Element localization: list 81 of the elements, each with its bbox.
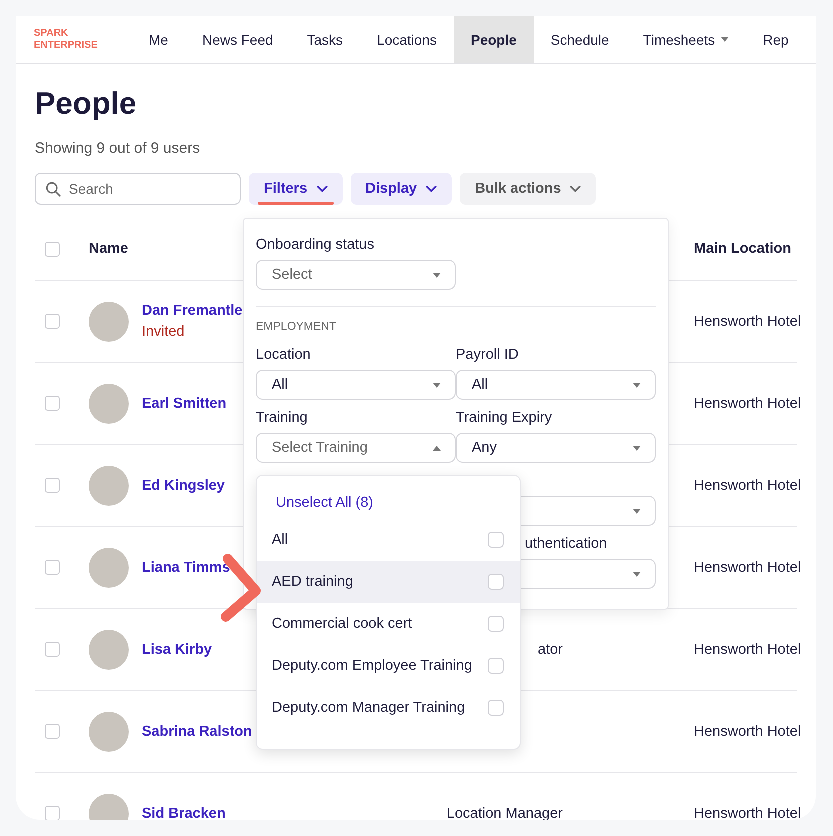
checkbox[interactable]	[45, 314, 60, 329]
location-text: Hensworth Hotel	[694, 478, 802, 494]
field-label: uthentication	[525, 536, 608, 552]
search-icon	[46, 182, 61, 196]
nav-tab[interactable]: Tasks	[290, 16, 360, 63]
nav-tab[interactable]: Rep	[746, 16, 806, 63]
nav-tab[interactable]: Timesheets	[626, 16, 746, 63]
chevron-icon	[426, 186, 438, 192]
select-field[interactable]: Any	[456, 433, 656, 463]
person-name-link[interactable]: Lisa Kirby	[142, 642, 212, 658]
search-field[interactable]: Search	[35, 173, 241, 205]
checkbox[interactable]	[488, 574, 504, 590]
avatar	[89, 384, 129, 424]
select-field[interactable]: All	[256, 370, 456, 400]
location-text: Hensworth Hotel	[694, 396, 802, 412]
location-text: Hensworth Hotel	[694, 724, 802, 740]
checkbox[interactable]	[45, 560, 60, 575]
nav-tab[interactable]: People	[454, 16, 534, 63]
user-count: Showing 9 out of 9 users	[35, 140, 202, 157]
field-label: Training	[256, 410, 308, 426]
select-field[interactable]: All	[456, 370, 656, 400]
checkbox[interactable]	[488, 616, 504, 632]
caret-icon	[433, 446, 441, 450]
checkbox[interactable]	[45, 396, 60, 411]
avatar	[89, 466, 129, 506]
nav-tab[interactable]: News Feed	[185, 16, 290, 63]
status-text: Invited	[142, 324, 185, 340]
location-text: Hensworth Hotel	[694, 314, 802, 330]
column-header: Name	[89, 241, 128, 257]
dropdown-option[interactable]: Deputy.com Employee Training	[257, 645, 520, 687]
field-label: Onboarding status	[256, 237, 376, 254]
location-text: Hensworth Hotel	[694, 560, 802, 576]
caret-icon	[721, 37, 730, 42]
role-text: ator	[538, 642, 563, 658]
dropdown-option[interactable]: All	[257, 519, 520, 561]
caret-icon	[433, 382, 441, 388]
dropdown-option[interactable]: Deputy.com Manager Training	[257, 687, 520, 729]
checkbox[interactable]	[488, 532, 504, 548]
select-field[interactable]: Select Training	[256, 433, 456, 463]
checkbox[interactable]	[488, 700, 504, 716]
checkbox[interactable]	[45, 242, 60, 256]
checkbox[interactable]	[45, 806, 60, 820]
chevron-icon	[316, 186, 328, 192]
dropdown-option[interactable]: AED training	[257, 561, 520, 603]
checkbox[interactable]	[45, 642, 60, 657]
nav-tab[interactable]: Me	[132, 16, 186, 63]
dropdown-option[interactable]: Commercial cook cert	[257, 603, 520, 645]
caret-icon	[433, 272, 441, 278]
person-name-link[interactable]: Earl Smitten	[142, 396, 227, 412]
location-text: Hensworth Hotel	[694, 806, 802, 820]
person-name-link[interactable]: Ed Kingsley	[142, 478, 225, 494]
page-title: People	[35, 86, 138, 122]
avatar	[89, 630, 129, 670]
caret-icon	[633, 508, 641, 514]
column-header: Main Location	[694, 241, 792, 257]
caret-icon	[633, 382, 641, 388]
nav-tab[interactable]: Locations	[360, 16, 454, 63]
toolbar-button[interactable]: Display	[350, 173, 452, 205]
caret-icon	[633, 572, 641, 576]
avatar	[89, 302, 129, 342]
field-label: Location	[256, 347, 311, 363]
location-text: Hensworth Hotel	[694, 642, 802, 658]
toolbar-button[interactable]: Filters	[249, 173, 343, 205]
unselect-all-link[interactable]: Unselect All (8)	[276, 495, 520, 511]
person-name-link[interactable]: Sid Bracken	[142, 806, 226, 820]
checkbox[interactable]	[45, 724, 60, 739]
avatar	[89, 712, 129, 752]
select-field[interactable]: Select	[256, 260, 456, 290]
field-label: Payroll ID	[456, 347, 519, 363]
toolbar-button[interactable]: Bulk actions	[460, 173, 596, 205]
caret-icon	[633, 446, 641, 450]
nav-tab[interactable]: Schedule	[534, 16, 626, 63]
person-name-link[interactable]: Liana Timms	[142, 560, 230, 576]
checkbox[interactable]	[488, 658, 504, 674]
avatar	[89, 548, 129, 588]
person-name-link[interactable]: Sabrina Ralston	[142, 724, 252, 740]
field-label: Training Expiry	[456, 410, 552, 426]
section-heading: EMPLOYMENT	[256, 321, 338, 333]
person-name-link[interactable]: Dan Fremantle	[142, 303, 243, 319]
checkbox[interactable]	[45, 478, 60, 493]
chevron-icon	[570, 186, 582, 192]
